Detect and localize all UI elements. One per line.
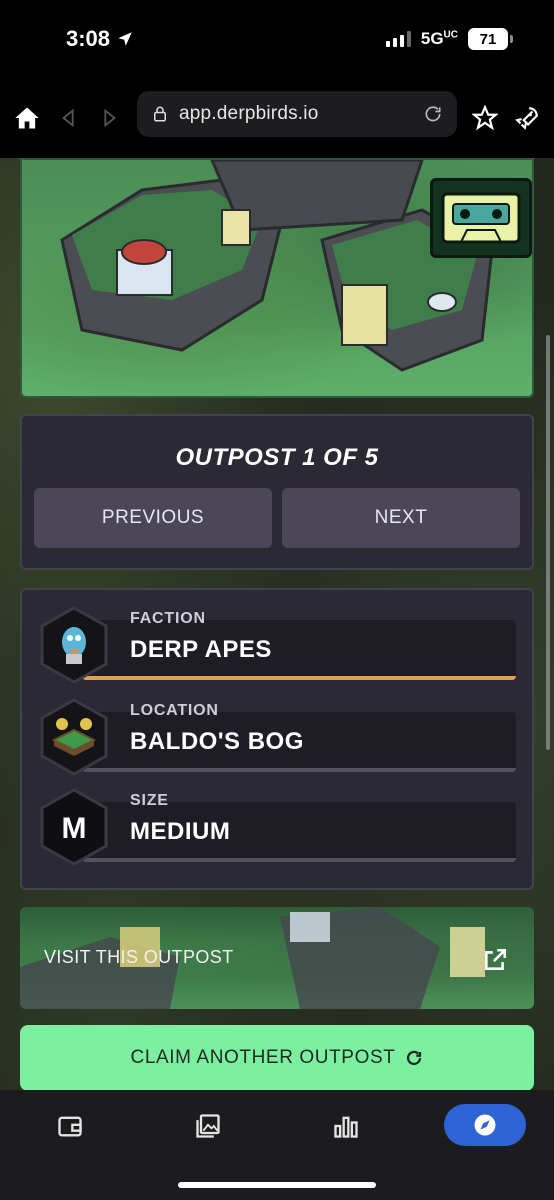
previous-button[interactable]: PREVIOUS [34, 488, 272, 548]
lock-icon [154, 106, 166, 122]
location-value: BALDO'S BOG [130, 728, 304, 755]
signal-icon [385, 31, 411, 47]
size-value: MEDIUM [130, 818, 231, 845]
time-text: 3:08 [66, 26, 111, 51]
derp-ape-avatar-icon [40, 606, 108, 684]
faction-label: FACTION [130, 610, 206, 627]
location-arrow-icon [118, 32, 132, 46]
bog-location-icon [40, 698, 108, 776]
size-label: SIZE [130, 792, 169, 809]
rocket-icon[interactable] [512, 103, 542, 133]
faction-value: DERP APES [130, 636, 272, 663]
compass-icon[interactable] [444, 1104, 526, 1146]
location-row: LOCATION BALDO'S BOG [40, 698, 516, 778]
url-text: app.derpbirds.io [179, 103, 319, 124]
scrollbar[interactable] [546, 335, 550, 750]
cassette-tape-icon[interactable] [430, 178, 532, 258]
size-badge-letter: M [62, 812, 87, 845]
battery-icon: 71 [468, 28, 513, 50]
refresh-icon [407, 1050, 422, 1066]
home-icon[interactable] [12, 103, 42, 133]
home-indicator [178, 1182, 376, 1188]
reload-icon[interactable] [423, 104, 443, 124]
next-button[interactable]: NEXT [282, 488, 520, 548]
network-label: 5GUC [420, 29, 458, 48]
outpost-selector-card: OUTPOST 1 OF 5 PREVIOUS NEXT [20, 414, 534, 570]
wallet-icon[interactable] [50, 1106, 90, 1146]
status-bar: 3:08 5GUC 71 [0, 0, 554, 78]
faction-row: FACTION DERP APES [40, 606, 516, 686]
size-row: M SIZE MEDIUM [40, 788, 516, 868]
browser-toolbar: app.derpbirds.io [0, 78, 554, 158]
url-bar[interactable]: app.derpbirds.io [137, 91, 457, 137]
forward-icon[interactable] [94, 103, 124, 133]
star-icon[interactable] [470, 103, 500, 133]
claim-button-label: CLAIM ANOTHER OUTPOST [130, 1047, 396, 1068]
size-badge-icon: M [40, 788, 108, 866]
stats-icon[interactable] [326, 1106, 366, 1146]
back-icon[interactable] [54, 103, 84, 133]
outpost-title: OUTPOST 1 OF 5 [175, 444, 379, 471]
gallery-icon[interactable] [188, 1106, 228, 1146]
claim-another-outpost-button[interactable]: CLAIM ANOTHER OUTPOST [20, 1025, 534, 1091]
status-indicators: 5GUC 71 [385, 28, 513, 50]
location-label: LOCATION [130, 702, 219, 719]
status-time: 3:08 [66, 26, 134, 52]
battery-level: 71 [479, 30, 497, 48]
external-link-icon [485, 948, 507, 970]
outpost-info-card: FACTION DERP APES LOCATION BALDO'S BOG M… [20, 588, 534, 890]
visit-outpost-banner[interactable]: VISIT THIS OUTPOST [20, 907, 534, 1009]
visit-outpost-label: VISIT THIS OUTPOST [44, 947, 234, 967]
